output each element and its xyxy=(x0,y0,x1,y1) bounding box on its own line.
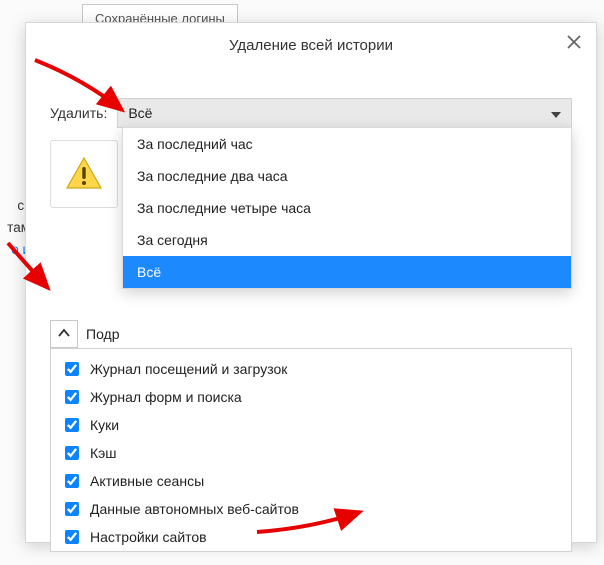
details-label: Подр xyxy=(86,326,120,342)
list-item[interactable]: Журнал форм и поиска xyxy=(57,383,565,411)
list-item[interactable]: Настройки сайтов xyxy=(57,523,565,551)
checkbox[interactable] xyxy=(65,474,79,488)
list-item[interactable]: Активные сеансы xyxy=(57,467,565,495)
time-range-select[interactable]: Всё xyxy=(117,98,572,128)
checkbox-label: Кэш xyxy=(90,445,117,461)
checkbox[interactable] xyxy=(65,390,79,404)
delete-label: Удалить: xyxy=(50,105,107,121)
dropdown-option[interactable]: За сегодня xyxy=(123,224,571,256)
close-icon[interactable] xyxy=(564,35,584,55)
checkbox-label: Куки xyxy=(90,417,119,433)
checkbox-label: Активные сеансы xyxy=(90,473,204,489)
clear-history-dialog: Удаление всей истории Удалить: Всё За по… xyxy=(25,22,597,543)
time-range-selected-text: Всё xyxy=(128,105,152,121)
checkbox-label: Журнал форм и поиска xyxy=(90,389,242,405)
checkbox[interactable] xyxy=(65,502,79,516)
caret-down-icon xyxy=(551,106,561,121)
details-collapse-button[interactable] xyxy=(50,320,78,348)
checkbox[interactable] xyxy=(65,418,79,432)
checkbox-label: Журнал посещений и загрузок xyxy=(90,361,287,377)
checkbox-label: Настройки сайтов xyxy=(90,529,207,545)
list-item[interactable]: Куки xyxy=(57,411,565,439)
warning-icon xyxy=(50,140,118,208)
dropdown-option[interactable]: За последние два часа xyxy=(123,160,571,192)
checkbox[interactable] xyxy=(65,530,79,544)
checkbox[interactable] xyxy=(65,446,79,460)
time-range-dropdown: За последний час За последние два часа З… xyxy=(122,127,572,289)
checkbox-label: Данные автономных веб-сайтов xyxy=(90,501,299,517)
list-item[interactable]: Данные автономных веб-сайтов xyxy=(57,495,565,523)
dialog-title: Удаление всей истории xyxy=(229,37,393,54)
clear-items-panel[interactable]: Журнал посещений и загрузок Журнал форм … xyxy=(50,348,572,552)
list-item[interactable]: Журнал посещений и загрузок xyxy=(57,355,565,383)
dropdown-option[interactable]: За последние четыре часа xyxy=(123,192,571,224)
dropdown-option[interactable]: Всё xyxy=(123,256,571,288)
dialog-header: Удаление всей истории xyxy=(26,23,596,70)
dropdown-option[interactable]: За последний час xyxy=(123,128,571,160)
dialog-body: Удалить: Всё За последний час За последн… xyxy=(26,70,596,542)
list-item[interactable]: Кэш xyxy=(57,439,565,467)
delete-range-row: Удалить: Всё За последний час За последн… xyxy=(50,98,572,128)
checkbox[interactable] xyxy=(65,362,79,376)
details-toggle: Подр xyxy=(50,320,120,348)
